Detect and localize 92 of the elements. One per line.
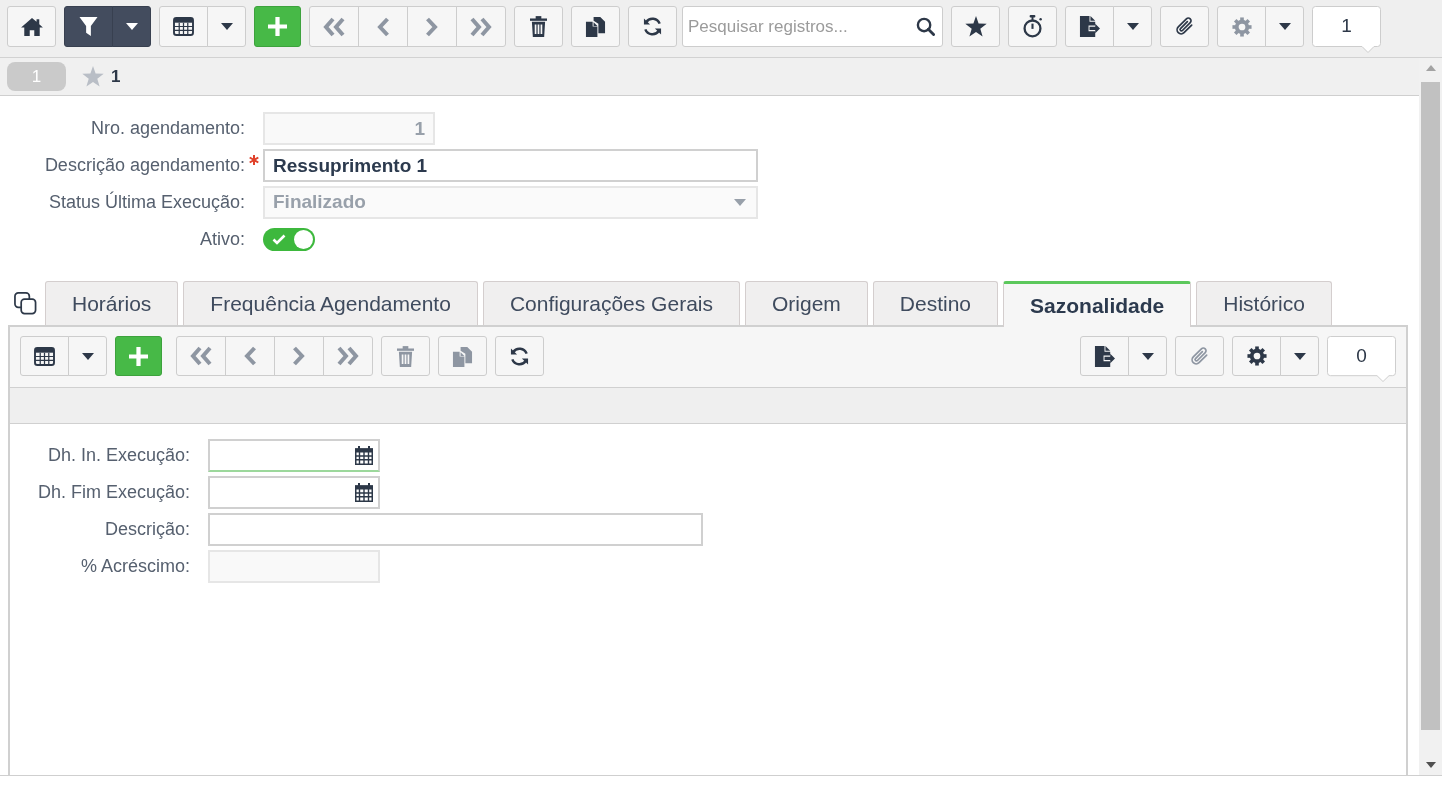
caret-down-icon (734, 199, 746, 206)
file-export-icon (1094, 345, 1115, 367)
duplicate-squares-icon (14, 292, 37, 315)
scroll-down-arrow-icon (1425, 762, 1436, 768)
caret-down-icon (1141, 352, 1154, 360)
scrollbar-track[interactable] (1419, 58, 1442, 775)
record-title: 1 (111, 65, 121, 88)
tab[interactable]: Frequência Agendamento (183, 281, 478, 325)
export-dropdown-button[interactable] (1128, 336, 1167, 376)
caret-down-icon (125, 23, 138, 30)
settings-dropdown-button[interactable] (1280, 336, 1319, 376)
calendar-icon (355, 446, 373, 465)
filter-dropdown-button[interactable] (112, 6, 151, 47)
tab[interactable]: Horários (45, 281, 179, 325)
field-label: Descrição: (104, 518, 190, 541)
search-icon (916, 17, 935, 36)
refresh-button[interactable] (628, 6, 677, 47)
text-field[interactable]: Ressuprimento 1 (263, 149, 758, 182)
settings-dropdown-button[interactable] (1265, 6, 1304, 47)
grid-view-button[interactable] (159, 6, 208, 47)
copy-icon (452, 345, 473, 367)
chevron-right-icon (425, 16, 439, 37)
field-label: Ativo: (199, 228, 245, 251)
paperclip-icon (1174, 16, 1195, 37)
field-label: Descrição agendamento: (44, 154, 245, 177)
date-field[interactable] (208, 439, 380, 472)
home-button[interactable] (7, 6, 56, 47)
scrollbar-thumb[interactable] (1421, 82, 1440, 730)
trash-icon (397, 345, 414, 367)
toggle-switch[interactable] (263, 228, 315, 251)
caret-down-icon (1126, 23, 1139, 30)
search-field[interactable]: Pesquisar registros... (682, 6, 943, 47)
field-label: Nro. agendamento: (90, 117, 245, 140)
file-export-icon (1079, 16, 1100, 37)
attach-button[interactable] (1160, 6, 1209, 47)
star-icon (964, 16, 987, 37)
chevron-left-icon (376, 16, 390, 37)
field-label: Dh. In. Execução: (47, 444, 190, 467)
tab[interactable]: Histórico (1196, 281, 1332, 325)
double-chevron-left-icon (322, 16, 346, 37)
record-counter: 1 (1312, 6, 1381, 54)
copy-icon (585, 16, 606, 37)
date-field[interactable] (208, 476, 380, 509)
double-chevron-left-icon (189, 346, 213, 366)
paperclip-icon (1189, 345, 1210, 367)
settings-gear-icon (1231, 16, 1252, 37)
stopwatch-icon (1022, 15, 1043, 38)
caret-down-icon (1278, 23, 1291, 30)
field-label: Status Última Execução: (48, 190, 245, 214)
tab[interactable]: Destino (872, 281, 999, 325)
view-dropdown-button[interactable] (68, 336, 107, 376)
add-button[interactable] (254, 6, 301, 47)
settings-gear-icon (1246, 346, 1267, 366)
refresh-button[interactable] (495, 336, 544, 376)
filter-button[interactable] (64, 6, 113, 47)
chevron-right-icon (292, 346, 306, 366)
caret-down-icon (1293, 352, 1306, 360)
view-dropdown-button[interactable] (207, 6, 246, 47)
double-chevron-right-icon (469, 16, 493, 37)
check-icon (272, 234, 286, 245)
calendar-icon (355, 483, 373, 502)
field-label: Dh. Fim Execução: (37, 481, 190, 504)
filter-icon (79, 16, 98, 37)
export-dropdown-button[interactable] (1113, 6, 1152, 47)
field-label: % Acréscimo: (80, 555, 190, 578)
caret-down-icon (81, 352, 94, 360)
export-button[interactable] (1080, 336, 1129, 376)
settings-button[interactable] (1232, 336, 1281, 376)
table-icon (173, 17, 194, 36)
chevron-left-icon (243, 346, 257, 366)
double-chevron-right-icon (336, 346, 360, 366)
timer-button[interactable] (1008, 6, 1057, 47)
home-icon (20, 16, 43, 37)
refresh-icon (642, 16, 663, 37)
grid-view-button[interactable] (20, 336, 69, 376)
duplicate-button[interactable] (571, 6, 620, 47)
favorite-button[interactable] (951, 6, 1000, 47)
plus-icon (129, 346, 148, 366)
table-icon (34, 346, 55, 366)
trash-icon (530, 16, 547, 37)
record-counter: 0 (1327, 336, 1396, 383)
add-button[interactable] (115, 336, 162, 376)
caret-down-icon (220, 23, 233, 30)
tab[interactable]: Origem (745, 281, 868, 325)
export-button[interactable] (1065, 6, 1114, 47)
scroll-up-arrow-icon (1425, 65, 1436, 71)
tab[interactable]: Sazonalidade (1003, 281, 1192, 327)
refresh-icon (509, 345, 530, 367)
tab[interactable]: Configurações Gerais (482, 281, 740, 325)
plus-icon (268, 17, 287, 36)
text-field[interactable] (208, 513, 703, 546)
delete-button[interactable] (514, 6, 563, 47)
